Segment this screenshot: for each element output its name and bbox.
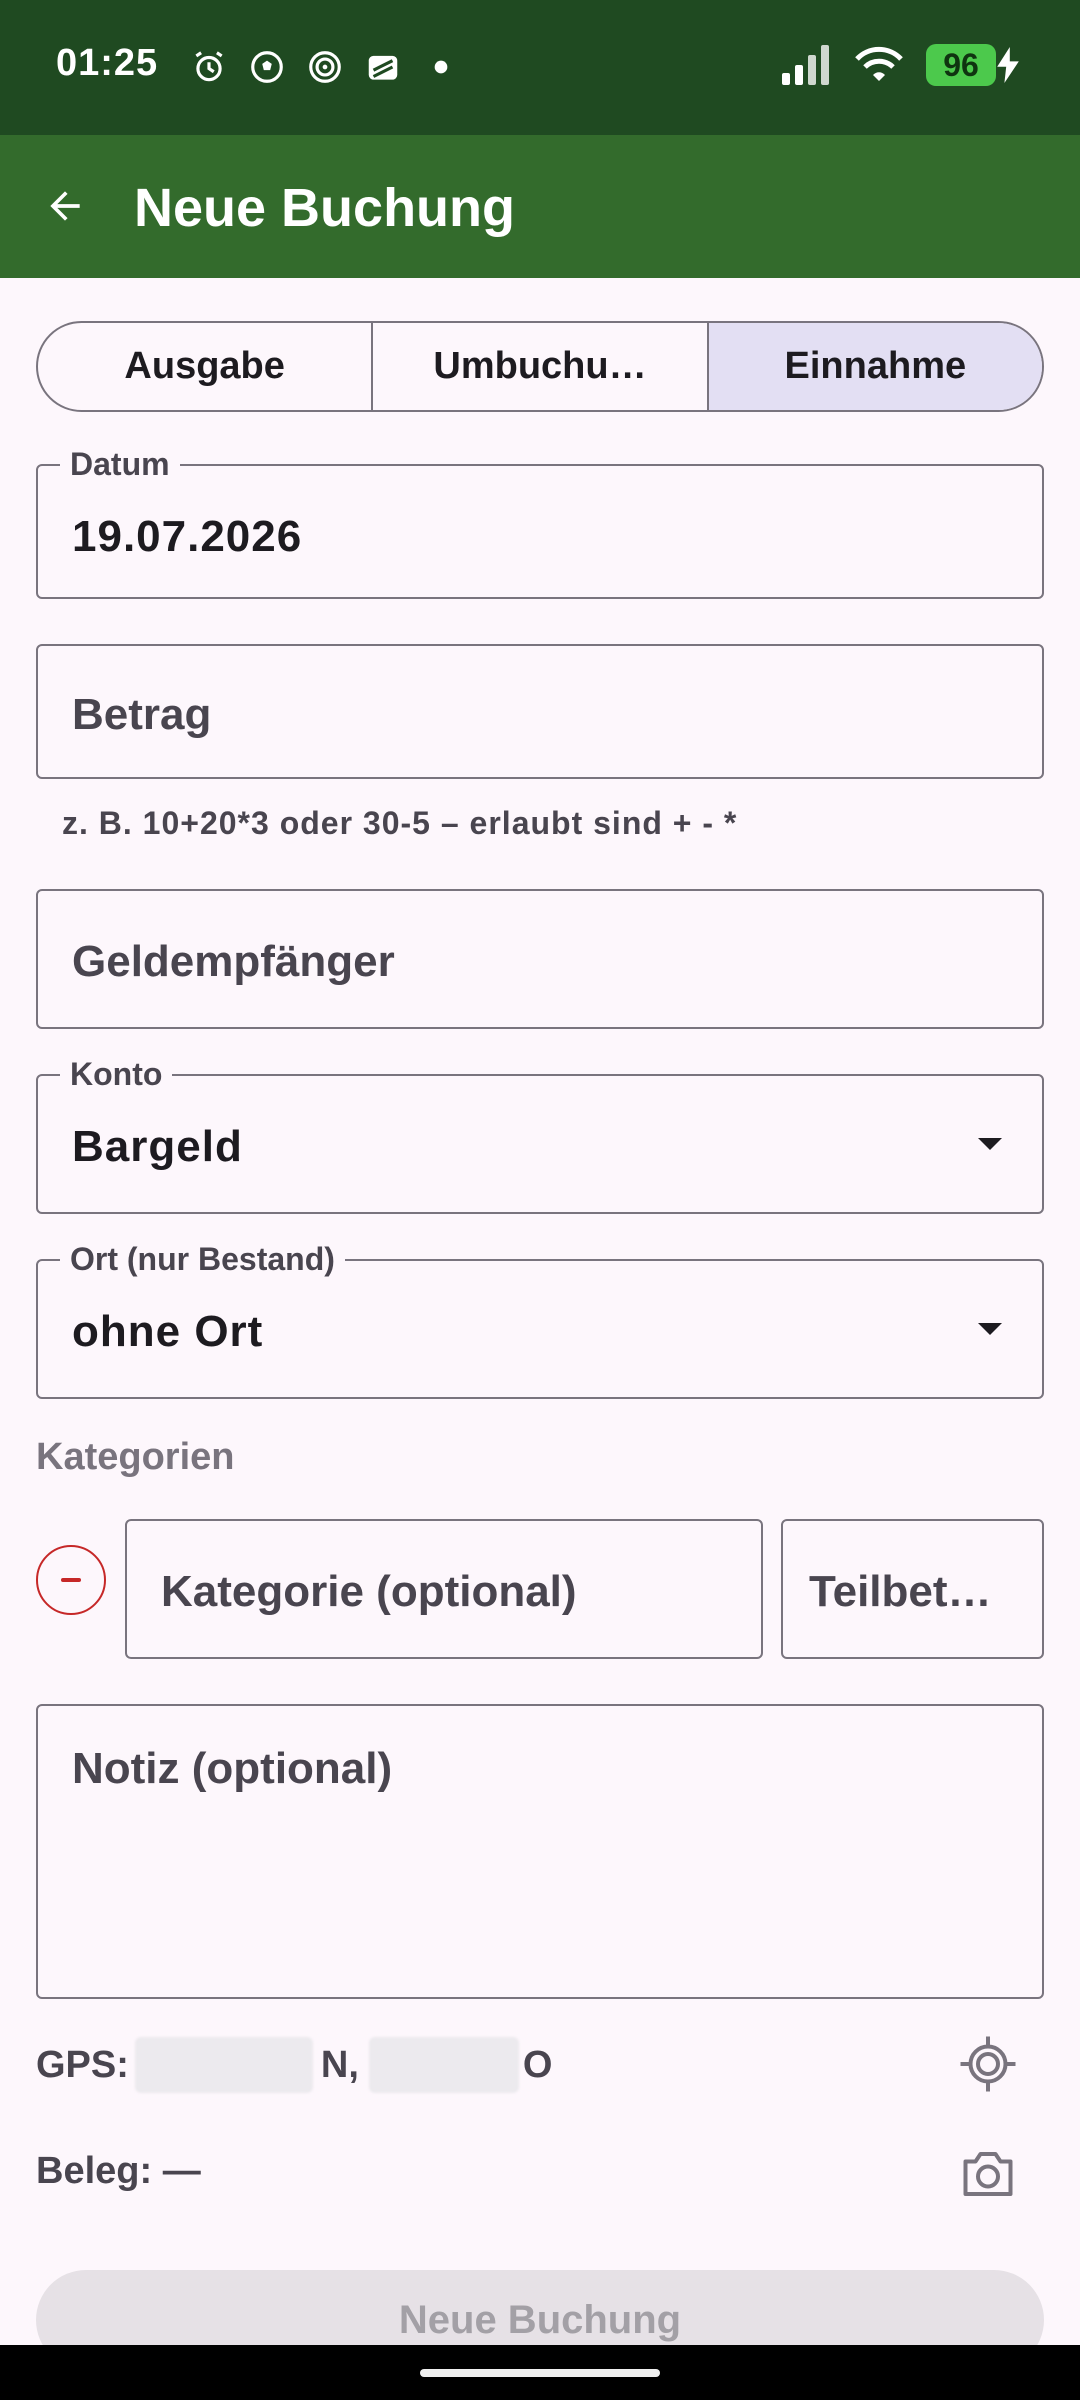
date-field-label: Datum	[60, 446, 180, 482]
gps-row: GPS: N, O	[36, 2035, 552, 2095]
battery-level: 96	[926, 44, 996, 86]
status-time: 01:25	[56, 42, 159, 84]
status-system-icons: 96	[780, 44, 1020, 86]
note-field-placeholder: Notiz (optional)	[72, 1744, 393, 1793]
gps-label: GPS:	[36, 2043, 129, 2086]
date-field-value: 19.07.2026	[72, 512, 303, 561]
partial-amount-placeholder: Teilbet…	[809, 1567, 992, 1616]
arrow-back-icon	[50, 191, 80, 221]
gps-lat-suffix: N,	[320, 2043, 359, 2086]
status-bar: 01:25 96	[0, 0, 1080, 135]
partial-amount-field[interactable]: Teilbet…	[781, 1519, 1044, 1659]
app-bar: Neue Buchung	[0, 135, 1080, 278]
soccer-ball-icon	[251, 51, 283, 83]
chevron-down-icon	[978, 1138, 1002, 1150]
minus-icon	[61, 1578, 81, 1582]
account-dropdown-label: Konto	[60, 1056, 173, 1092]
segment-einnahme[interactable]: Einnahme	[708, 323, 1042, 410]
status-notification-icons	[190, 48, 460, 86]
page-title: Neue Buchung	[134, 178, 516, 238]
amount-field[interactable]: Betrag	[36, 644, 1044, 779]
payee-field-placeholder: Geldempfänger	[72, 937, 395, 986]
gps-locate-button[interactable]	[956, 2032, 1020, 2096]
location-dropdown-label: Ort (nur Bestand)	[60, 1241, 345, 1277]
date-field[interactable]: Datum 19.07.2026	[36, 446, 1044, 599]
category-field-placeholder: Kategorie (optional)	[161, 1567, 577, 1616]
chevron-down-icon	[978, 1323, 1002, 1335]
gps-longitude-redacted	[368, 2037, 519, 2093]
categories-heading: Kategorien	[36, 1436, 235, 1478]
category-field[interactable]: Kategorie (optional)	[125, 1519, 763, 1659]
gps-lon-suffix: O	[522, 2043, 553, 2086]
booking-type-selector: Ausgabe Umbuchu… Einnahme	[36, 321, 1044, 412]
system-navigation-bar	[0, 2345, 1080, 2400]
location-dropdown[interactable]: Ort (nur Bestand) ohne Ort	[36, 1241, 1044, 1399]
spiral-icon	[309, 51, 341, 83]
location-dropdown-value: ohne Ort	[72, 1307, 264, 1356]
crosshair-icon	[960, 2036, 1016, 2092]
back-button[interactable]	[34, 175, 96, 237]
home-handle[interactable]	[420, 2369, 660, 2377]
charging-icon	[997, 47, 1019, 83]
gps-latitude-redacted	[134, 2037, 313, 2093]
camera-button[interactable]	[956, 2142, 1020, 2206]
account-dropdown[interactable]: Konto Bargeld	[36, 1056, 1044, 1214]
account-dropdown-value: Bargeld	[72, 1122, 243, 1171]
segment-ausgabe[interactable]: Ausgabe	[38, 323, 374, 410]
amount-field-placeholder: Betrag	[72, 690, 212, 739]
battery-indicator: 96	[926, 44, 1020, 86]
segment-umbuchung[interactable]: Umbuchu…	[373, 323, 709, 410]
signal-icon	[782, 45, 829, 85]
app-icon	[368, 55, 398, 80]
dot-icon	[434, 60, 448, 74]
note-field[interactable]: Notiz (optional)	[36, 1704, 1044, 1999]
wifi-icon	[855, 46, 903, 81]
camera-icon	[963, 2152, 1013, 2196]
payee-field[interactable]: Geldempfänger	[36, 889, 1044, 1029]
receipt-label: Beleg: —	[36, 2150, 201, 2192]
alarm-icon	[195, 51, 223, 82]
remove-category-button[interactable]	[36, 1545, 106, 1615]
amount-helper-text: z. B. 10+20*3 oder 30-5 – erlaubt sind +…	[62, 805, 738, 841]
